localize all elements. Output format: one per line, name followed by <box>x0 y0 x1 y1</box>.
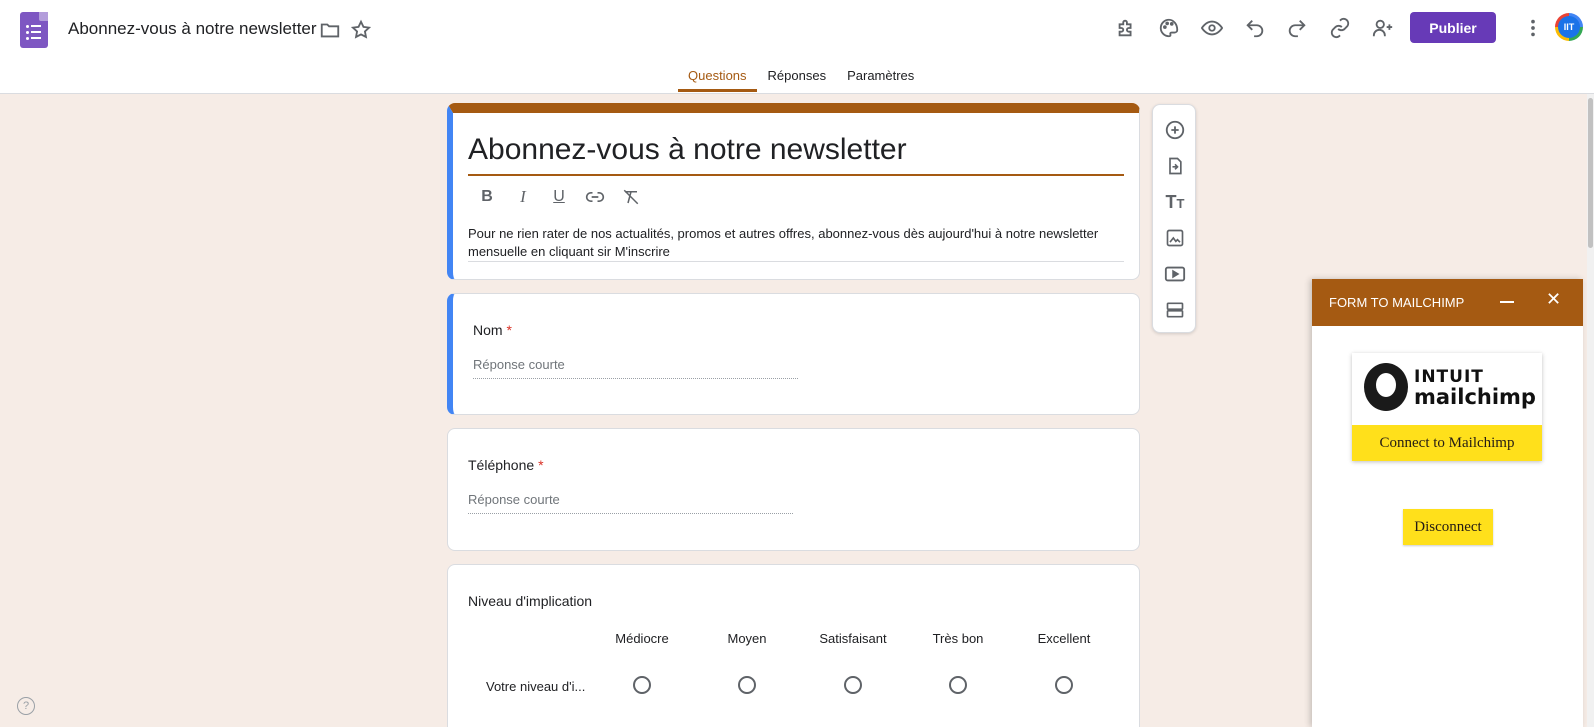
add-title-icon[interactable]: TT <box>1163 190 1187 214</box>
redo-icon[interactable] <box>1286 17 1308 39</box>
grid-radio-button[interactable] <box>949 676 967 694</box>
folder-icon[interactable] <box>319 19 341 41</box>
insert-link-icon[interactable] <box>583 185 607 209</box>
question-label: Nom * <box>473 322 512 338</box>
panel-header: FORM TO MAILCHIMP <box>1312 279 1583 326</box>
logo-text-intuit: INTUIT <box>1414 367 1484 387</box>
addons-icon[interactable] <box>1115 17 1137 39</box>
required-asterisk: * <box>538 457 544 473</box>
logo-text-mailchimp: mailchimp <box>1414 385 1536 409</box>
mailchimp-connect-card: INTUIT mailchimp Connect to Mailchimp <box>1352 353 1542 461</box>
tab-questions[interactable]: Questions <box>678 60 757 92</box>
publish-button[interactable]: Publier <box>1410 12 1496 43</box>
google-forms-logo-icon[interactable] <box>20 12 48 48</box>
page-scrollbar[interactable] <box>1587 94 1594 727</box>
close-icon[interactable]: ✕ <box>1546 289 1561 310</box>
question-card-nom[interactable]: Nom * Réponse courte <box>447 293 1140 415</box>
add-section-icon[interactable] <box>1163 298 1187 322</box>
question-card-telephone[interactable]: Téléphone * Réponse courte <box>447 428 1140 551</box>
italic-icon[interactable]: I <box>511 185 535 209</box>
grid-column-header: Satisfaisant <box>819 631 887 646</box>
minimize-icon[interactable] <box>1500 301 1514 303</box>
grid-column-header: Excellent <box>1037 631 1091 646</box>
top-bar: Abonnez-vous à notre newsletter Publier … <box>0 0 1594 94</box>
help-icon[interactable]: ? <box>17 697 35 715</box>
grid-column-header: Très bon <box>932 631 984 646</box>
question-title: Niveau d'implication <box>468 593 593 609</box>
add-question-icon[interactable] <box>1163 118 1187 142</box>
more-vert-icon[interactable] <box>1522 17 1544 39</box>
required-asterisk: * <box>506 322 512 338</box>
import-questions-icon[interactable] <box>1163 154 1187 178</box>
mailchimp-monkey-icon <box>1364 363 1408 411</box>
form-description[interactable]: Pour ne rien rater de nos actualités, pr… <box>468 225 1118 261</box>
question-card-grid[interactable]: Niveau d'implication Médiocre Moyen Sati… <box>447 564 1140 727</box>
grid-radio-button[interactable] <box>844 676 862 694</box>
question-title: Nom <box>473 322 503 338</box>
add-video-icon[interactable] <box>1163 262 1187 286</box>
add-image-icon[interactable] <box>1163 226 1187 250</box>
short-answer-field: Réponse courte <box>473 357 798 379</box>
grid-radio-button[interactable] <box>633 676 651 694</box>
form-title[interactable]: Abonnez-vous à notre newsletter <box>468 133 907 167</box>
grid-radio-button[interactable] <box>738 676 756 694</box>
grid-row-label: Votre niveau d'i... <box>486 679 586 694</box>
floating-toolbar: TT <box>1152 104 1196 333</box>
panel-title: FORM TO MAILCHIMP <box>1329 295 1465 310</box>
mailchimp-logo: INTUIT mailchimp <box>1364 363 1536 411</box>
grid-column-header: Moyen <box>727 631 767 646</box>
grid-radio-button[interactable] <box>1055 676 1073 694</box>
clear-format-icon[interactable] <box>619 185 643 209</box>
undo-icon[interactable] <box>1244 17 1266 39</box>
question-title: Téléphone <box>468 457 535 473</box>
question-label: Téléphone * <box>468 457 544 473</box>
tab-responses[interactable]: Réponses <box>758 60 837 92</box>
description-underline <box>468 261 1124 262</box>
avatar-initials: IIT <box>1558 16 1580 38</box>
title-underline <box>468 174 1124 176</box>
add-collaborator-icon[interactable] <box>1372 17 1394 39</box>
format-toolbar: B I U <box>475 185 643 209</box>
document-title[interactable]: Abonnez-vous à notre newsletter <box>68 19 317 39</box>
star-icon[interactable] <box>350 19 372 41</box>
form-tabs: Questions Réponses Paramètres <box>678 60 925 92</box>
account-avatar[interactable]: IIT <box>1555 13 1583 41</box>
mailchimp-addon-panel: FORM TO MAILCHIMP ✕ INTUIT mailchimp Con… <box>1312 279 1583 727</box>
tab-settings[interactable]: Paramètres <box>837 60 924 92</box>
disconnect-button[interactable]: Disconnect <box>1403 509 1493 545</box>
connect-mailchimp-button[interactable]: Connect to Mailchimp <box>1352 425 1542 461</box>
link-icon[interactable] <box>1329 17 1351 39</box>
form-title-card[interactable]: Abonnez-vous à notre newsletter B I U Po… <box>447 103 1140 280</box>
short-answer-field: Réponse courte <box>468 492 793 514</box>
bold-icon[interactable]: B <box>475 185 499 209</box>
preview-eye-icon[interactable] <box>1201 17 1223 39</box>
grid-column-header: Médiocre <box>615 631 669 646</box>
underline-icon[interactable]: U <box>547 185 571 209</box>
palette-icon[interactable] <box>1158 17 1180 39</box>
